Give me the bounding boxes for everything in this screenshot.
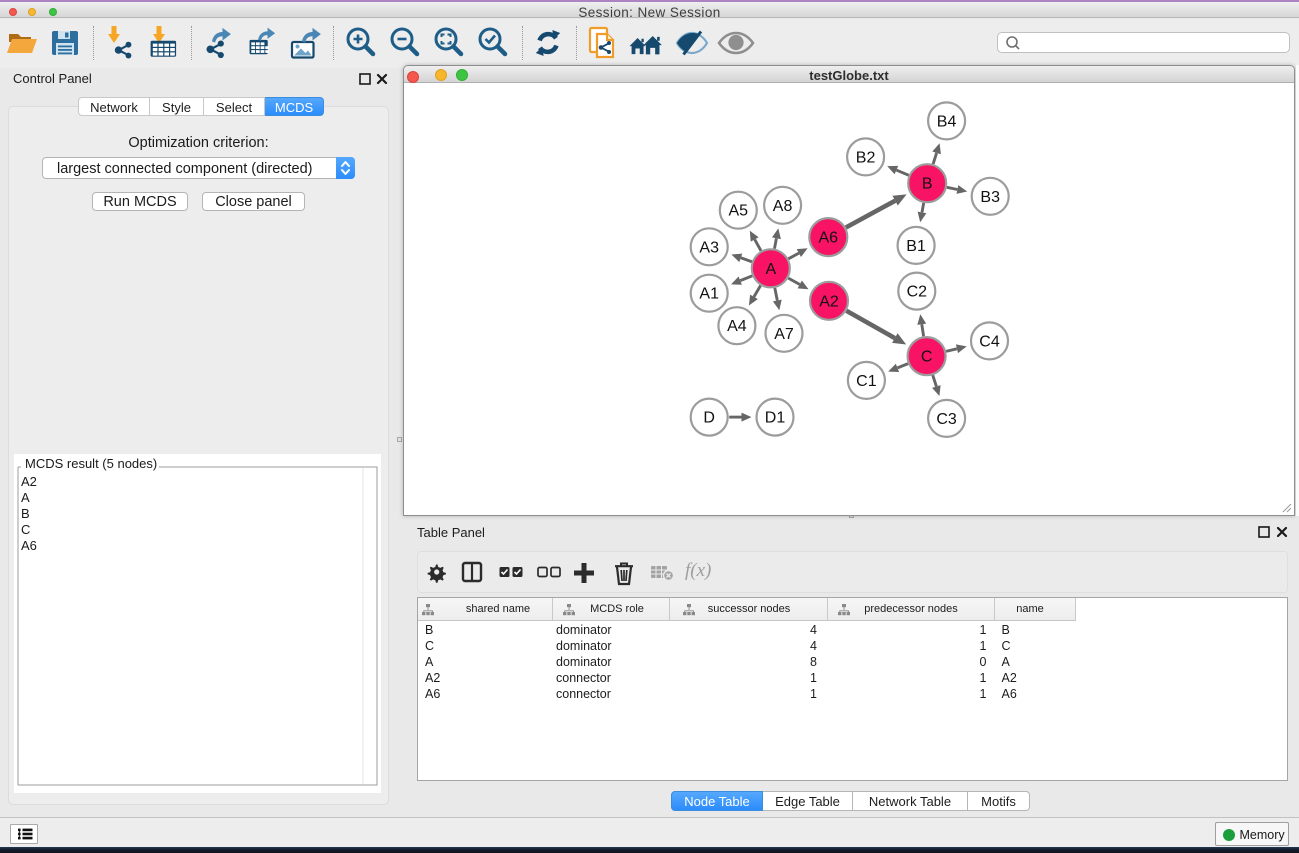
svg-text:B4: B4: [937, 113, 957, 130]
svg-text:A2: A2: [819, 293, 839, 310]
svg-text:C: C: [921, 349, 933, 366]
svg-text:B: B: [922, 176, 933, 193]
svg-text:B3: B3: [980, 189, 1000, 206]
svg-text:A3: A3: [699, 239, 719, 256]
svg-text:C1: C1: [856, 373, 877, 390]
svg-text:A8: A8: [773, 198, 793, 215]
svg-text:A4: A4: [727, 318, 747, 335]
svg-text:A1: A1: [699, 286, 719, 303]
svg-text:A6: A6: [819, 230, 839, 247]
svg-text:C4: C4: [979, 333, 1000, 350]
svg-text:C2: C2: [907, 284, 928, 301]
svg-text:C3: C3: [936, 411, 957, 428]
svg-text:D: D: [703, 410, 715, 427]
svg-text:A: A: [765, 261, 776, 278]
svg-text:B1: B1: [906, 238, 926, 255]
svg-text:A7: A7: [774, 326, 794, 343]
svg-text:A5: A5: [729, 203, 749, 220]
svg-text:B2: B2: [856, 149, 876, 166]
svg-text:D1: D1: [765, 410, 786, 427]
